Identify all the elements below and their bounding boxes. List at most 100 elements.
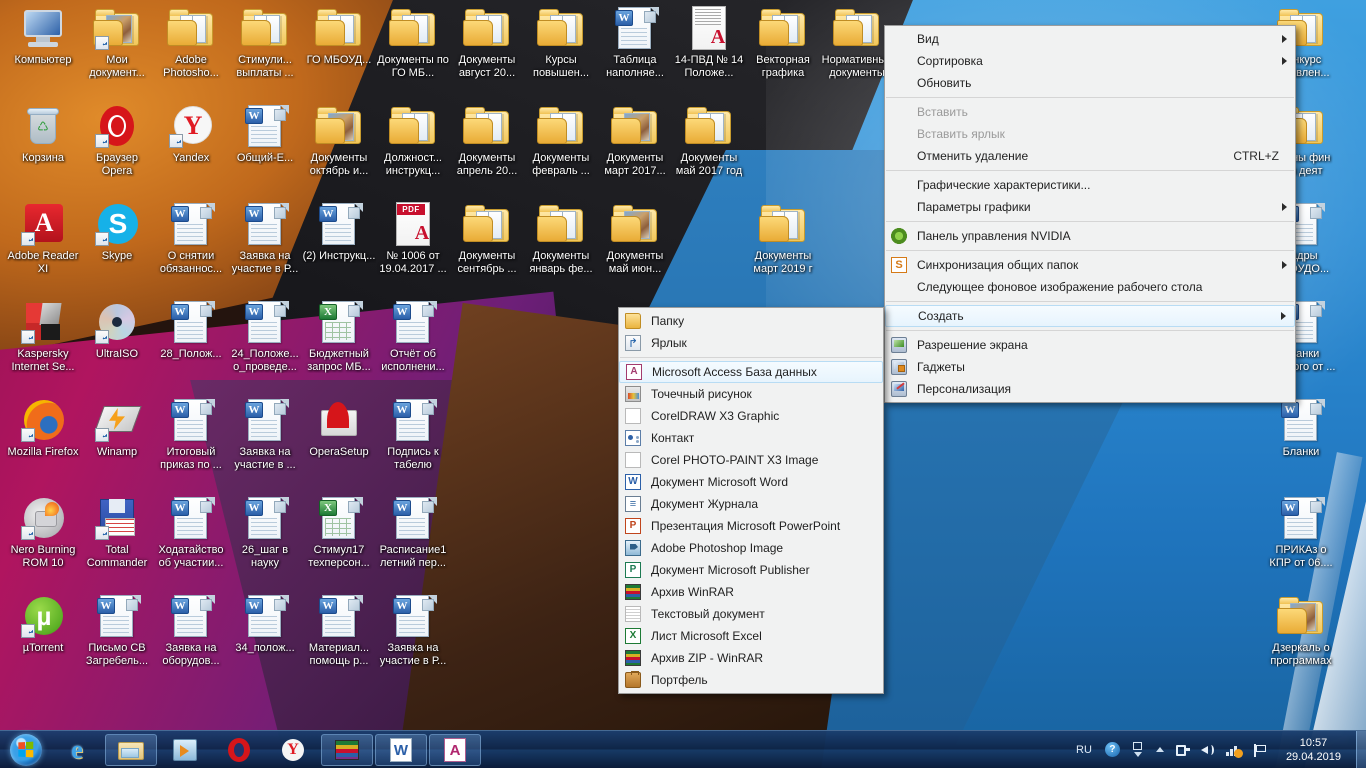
desktop-icon[interactable]: W 24_Положе... о_проведе...	[228, 298, 302, 373]
start-button[interactable]	[2, 732, 50, 768]
desktop-icon[interactable]: W 26_шаг в науку	[228, 494, 302, 569]
overflow-arrow-button[interactable]	[1151, 731, 1169, 768]
desktop-icon[interactable]: Adobe Reader XI	[6, 200, 80, 275]
context-menu-item[interactable]: Создать	[885, 305, 1295, 327]
help-tray-icon[interactable]: ?	[1100, 731, 1125, 768]
new-submenu-item[interactable]: Документ Microsoft Publisher	[619, 559, 883, 581]
desktop-icon[interactable]: Документы март 2017...	[598, 102, 672, 177]
clock[interactable]: 10:57 29.04.2019	[1273, 731, 1354, 768]
desktop-icon[interactable]: W Заявка на участие в Р...	[376, 592, 450, 667]
taskbar-item-windows-explorer[interactable]	[105, 733, 157, 766]
new-submenu-item[interactable]: CorelDRAW X3 Graphic	[619, 405, 883, 427]
desktop-icon[interactable]: Нормативные документы	[820, 4, 894, 79]
desktop-icon[interactable]: A 14-ПВД № 14 Положе...	[672, 4, 746, 79]
action-center-tray-icon[interactable]	[1247, 731, 1273, 768]
new-submenu-item[interactable]: Архив WinRAR	[619, 581, 883, 603]
desktop-icon[interactable]: ♺ Корзина	[6, 102, 80, 165]
desktop-icon[interactable]: Документы март 2019 г	[746, 200, 820, 275]
context-menu-item[interactable]: Панель управления NVIDIA	[885, 225, 1295, 247]
network-tray-icon[interactable]	[1221, 731, 1247, 768]
desktop-icon[interactable]: Стимули... выплаты ...	[228, 4, 302, 79]
desktop-icon[interactable]: Документы сентябрь ...	[450, 200, 524, 275]
desktop-icon[interactable]: Мои документ...	[80, 4, 154, 79]
new-submenu-item[interactable]: Портфель	[619, 669, 883, 691]
power-tray-icon[interactable]	[1169, 731, 1195, 768]
desktop-icon[interactable]: Дзеркаль о программах	[1264, 592, 1338, 667]
taskbar[interactable]: RU ? 10:57	[0, 730, 1366, 768]
taskbar-item-windows-media-player[interactable]	[159, 734, 211, 766]
new-submenu-item[interactable]: Документ Журнала	[619, 493, 883, 515]
context-menu-item[interactable]: S Синхронизация общих папок	[885, 254, 1295, 276]
show-hidden-icons-button[interactable]	[1125, 731, 1151, 768]
desktop-icon[interactable]: W Общий-Е...	[228, 102, 302, 165]
context-menu-item[interactable]: Разрешение экрана	[885, 334, 1295, 356]
desktop-icon[interactable]: Mozilla Firefox	[6, 396, 80, 459]
context-menu-item[interactable]: Параметры графики	[885, 196, 1295, 218]
new-submenu-item[interactable]: Архив ZIP - WinRAR	[619, 647, 883, 669]
desktop-icon[interactable]: Векторная графика	[746, 4, 820, 79]
system-tray[interactable]: RU ? 10:57 29.04.2019	[1068, 730, 1366, 768]
taskbar-item-microsoft-access[interactable]	[429, 733, 481, 766]
desktop-icon[interactable]: W Материал... помощь р...	[302, 592, 376, 667]
desktop-icon[interactable]: WО снятии обязаннос...	[154, 200, 228, 275]
new-submenu-item[interactable]: Точечный рисунок	[619, 383, 883, 405]
desktop-icon[interactable]: W Бланки	[1264, 396, 1338, 459]
desktop-icon[interactable]: Y Yandex	[154, 102, 228, 165]
taskbar-item-microsoft-word[interactable]	[375, 733, 427, 766]
language-indicator[interactable]: RU	[1068, 731, 1100, 768]
desktop-icon[interactable]: X Бюджетный запрос МБ...	[302, 298, 376, 373]
desktop-icon[interactable]: W Заявка на участие в ...	[228, 396, 302, 471]
desktop-icon[interactable]: W Ходатайство об участии...	[154, 494, 228, 569]
context-menu-item[interactable]: Отменить удаление CTRL+Z	[885, 145, 1295, 167]
desktop-icon[interactable]: Документы по ГО МБ...	[376, 4, 450, 79]
desktop-icon[interactable]: Документы май июн...	[598, 200, 672, 275]
desktop-icon[interactable]: W ПРИКАз о КПР от 06....	[1264, 494, 1338, 569]
new-submenu-item[interactable]: Текстовый документ	[619, 603, 883, 625]
desktop-icon[interactable]: W Заявка на оборудов...	[154, 592, 228, 667]
context-menu-new-submenu[interactable]: Папку Ярлык Microsoft Access База данных То…	[618, 307, 884, 694]
desktop-icon[interactable]: W Подпись к табелю	[376, 396, 450, 471]
desktop-icon[interactable]: Документы октябрь и...	[302, 102, 376, 177]
desktop-icon[interactable]: Браузер Opera	[80, 102, 154, 177]
desktop-icon[interactable]: Winamp	[80, 396, 154, 459]
desktop-icon[interactable]: OperaSetup	[302, 396, 376, 459]
new-submenu-item[interactable]: Microsoft Access База данных	[619, 361, 883, 383]
desktop-icon[interactable]: Total Commander	[80, 494, 154, 569]
desktop-icon[interactable]: Должност... инструкц...	[376, 102, 450, 177]
desktop-icon[interactable]: Документы февраль ...	[524, 102, 598, 177]
desktop-icon[interactable]: X Стимул17 техперсон...	[302, 494, 376, 569]
desktop-icon[interactable]: W 28_Полож...	[154, 298, 228, 361]
desktop-icon[interactable]: Документы август 20...	[450, 4, 524, 79]
desktop-icon[interactable]: Skype	[80, 200, 154, 263]
context-menu-item[interactable]: Персонализация	[885, 378, 1295, 400]
new-submenu-item[interactable]: Ярлык	[619, 332, 883, 354]
new-submenu-item[interactable]: Контакт	[619, 427, 883, 449]
desktop-icon[interactable]: W (2) Инструкц...	[302, 200, 376, 263]
desktop-icon[interactable]: Adobe Photosho...	[154, 4, 228, 79]
volume-tray-icon[interactable]	[1195, 731, 1221, 768]
context-menu-item[interactable]: Вид	[885, 28, 1295, 50]
desktop-icon[interactable]: W Расписание1 летний пер...	[376, 494, 450, 569]
desktop-icon[interactable]: W Письмо СВ Загребель...	[80, 592, 154, 667]
taskbar-item-internet-explorer[interactable]	[51, 734, 103, 766]
show-desktop-button[interactable]	[1356, 730, 1366, 768]
desktop-icon[interactable]: Документы апрель 20...	[450, 102, 524, 177]
desktop-icon[interactable]: W Таблица наполняе...	[598, 4, 672, 79]
desktop-icon[interactable]: PDF A № 1006 от 19.04.2017 ...	[376, 200, 450, 275]
desktop-icon[interactable]: ГО МБОУД...	[302, 4, 376, 67]
taskbar-item-winrar[interactable]	[321, 733, 373, 766]
context-menu-item[interactable]: Графические характеристики...	[885, 174, 1295, 196]
new-submenu-item[interactable]: Презентация Microsoft PowerPoint	[619, 515, 883, 537]
context-menu-item[interactable]: Сортировка	[885, 50, 1295, 72]
desktop-icon[interactable]: Компьютер	[6, 4, 80, 67]
desktop-icon[interactable]: Документы январь фе...	[524, 200, 598, 275]
context-menu-item[interactable]: Следующее фоновое изображение рабочего с…	[885, 276, 1295, 298]
new-submenu-item[interactable]: Corel PHOTO-PAINT X3 Image	[619, 449, 883, 471]
desktop-icon[interactable]: UltraISO	[80, 298, 154, 361]
new-submenu-item[interactable]: Документ Microsoft Word	[619, 471, 883, 493]
desktop-icon[interactable]: Документы май 2017 год	[672, 102, 746, 177]
desktop-icon[interactable]: Kaspersky Internet Se...	[6, 298, 80, 373]
desktop-icon[interactable]: W 34_полож...	[228, 592, 302, 655]
desktop-context-menu[interactable]: Вид Сортировка Обновить Вставить Вставить яр…	[884, 25, 1296, 403]
desktop-icon[interactable]: W Итоговый приказ по ...	[154, 396, 228, 471]
